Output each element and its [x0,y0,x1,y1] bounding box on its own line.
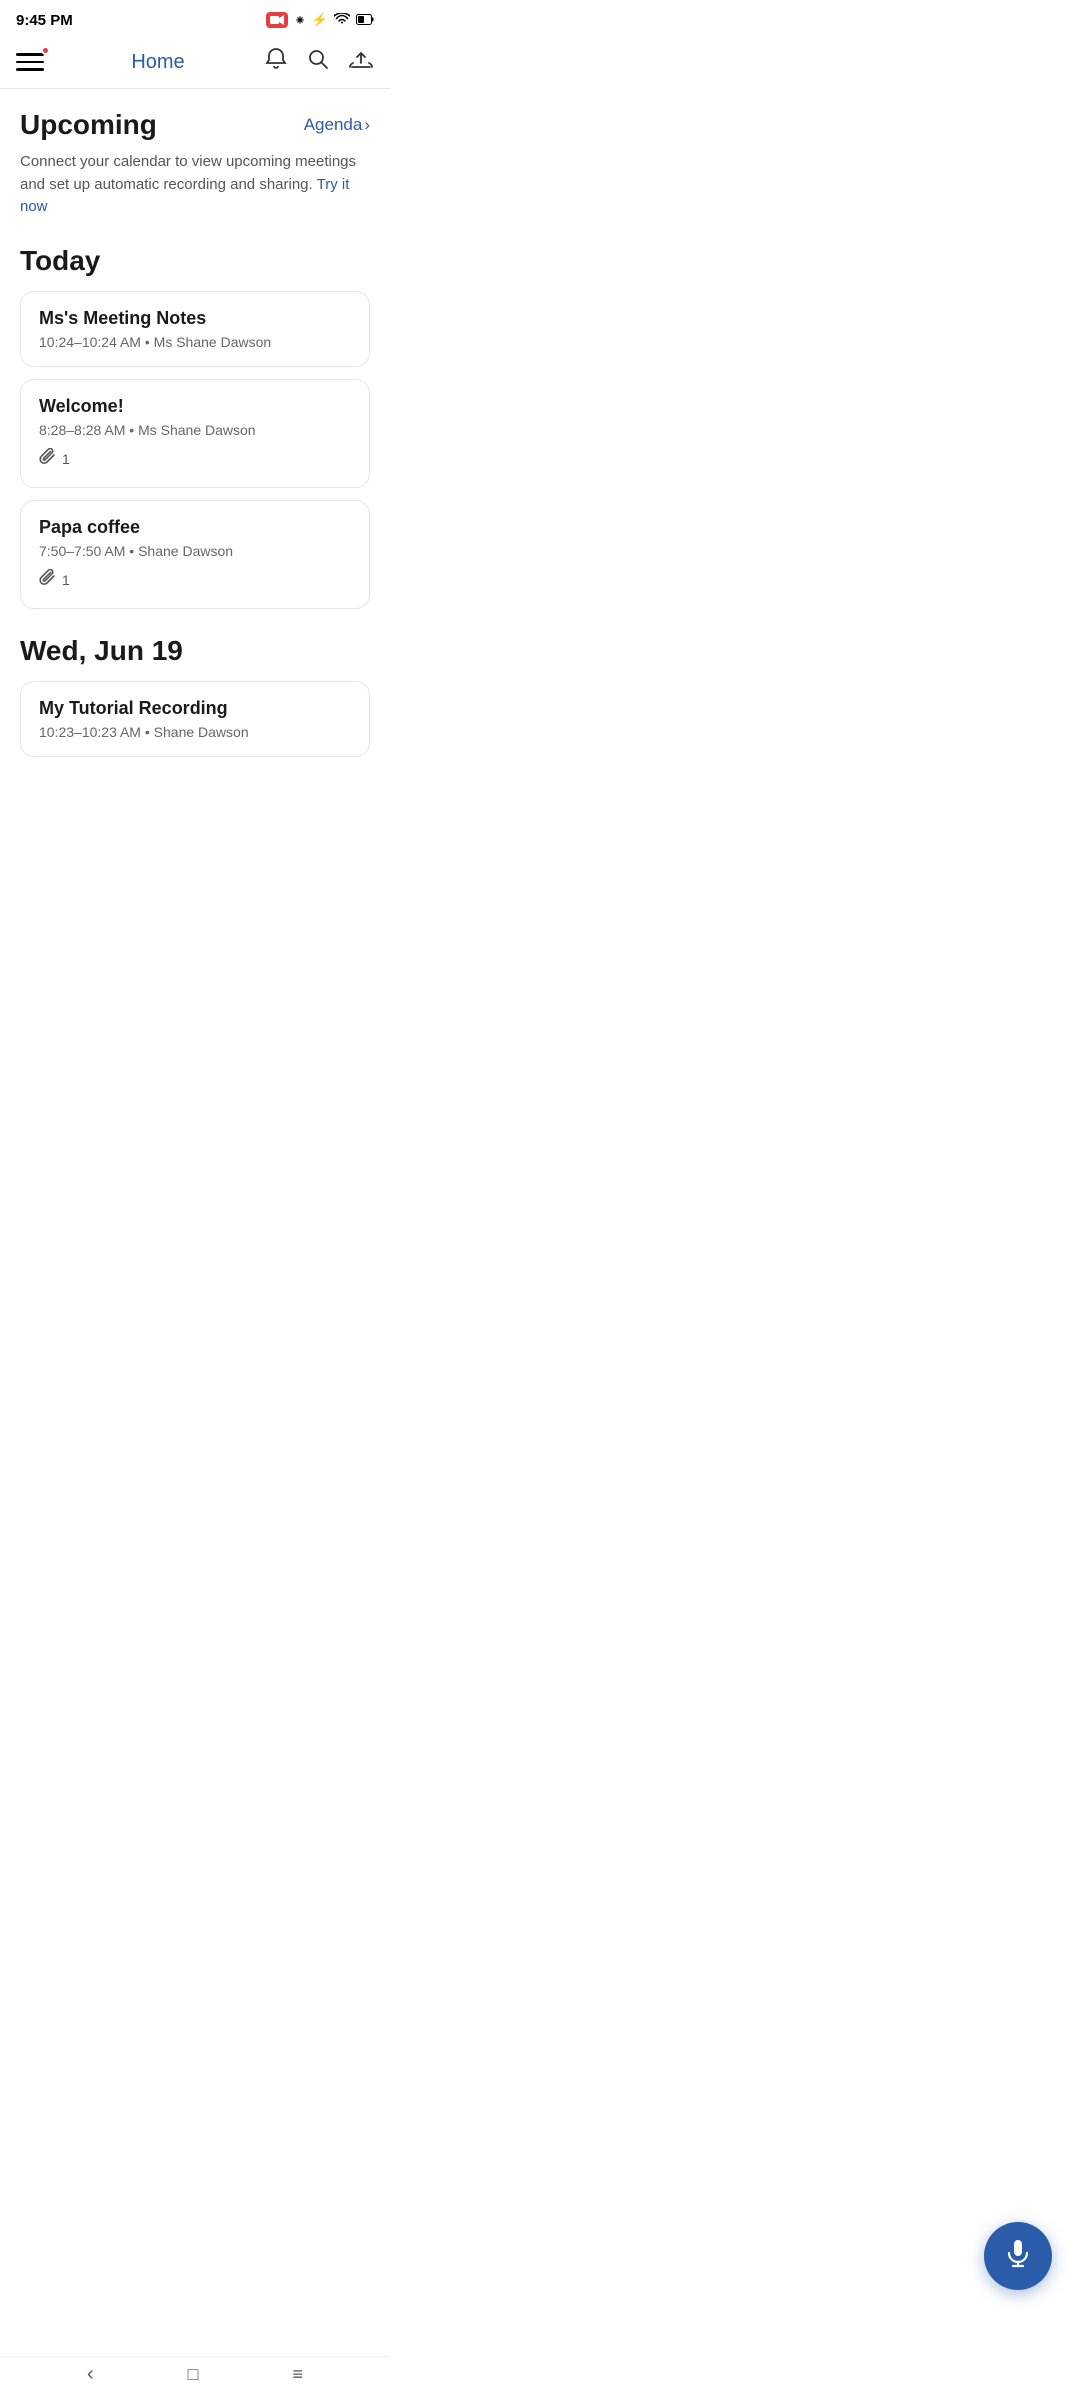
record-fab[interactable] [984,2222,1052,2290]
status-bar: 9:45 PM ⁕ ⚡ [0,0,390,36]
meeting-card-1[interactable]: Ms's Meeting Notes 10:24–10:24 AM • Ms S… [20,291,370,367]
wifi-icon [334,12,350,28]
upcoming-header: Upcoming Agenda › [20,109,370,141]
mic-icon [1003,2238,1033,2275]
meeting-title-1: Ms's Meeting Notes [39,308,351,329]
recent-apps-button[interactable]: ≡ [292,2364,303,2385]
nav-icons [264,47,374,77]
meeting-meta-1: 10:24–10:24 AM • Ms Shane Dawson [39,334,351,350]
wednesday-title: Wed, Jun 19 [20,635,370,667]
clip-icon-2 [39,448,57,471]
meeting-meta-3: 7:50–7:50 AM • Shane Dawson [39,543,351,559]
meeting-card-2[interactable]: Welcome! 8:28–8:28 AM • Ms Shane Dawson … [20,379,370,488]
main-content: Upcoming Agenda › Connect your calendar … [0,89,390,889]
meeting-title-2: Welcome! [39,396,351,417]
status-icons: ⁕ ⚡ [266,12,374,29]
upcoming-description: Connect your calendar to view upcoming m… [20,151,370,219]
status-time: 9:45 PM [16,12,73,29]
system-nav-bar: ‹ □ ≡ [0,2285,390,2400]
agenda-link[interactable]: Agenda › [304,115,370,135]
meeting-card-wed-1[interactable]: My Tutorial Recording 10:23–10:23 AM • S… [20,681,370,757]
meeting-meta-2: 8:28–8:28 AM • Ms Shane Dawson [39,422,351,438]
search-icon[interactable] [306,47,330,77]
bolt-icon: ⚡ [312,12,328,28]
battery-icon [356,12,374,28]
upcoming-title: Upcoming [20,109,157,141]
nav-title: Home [64,51,252,74]
wednesday-section: Wed, Jun 19 My Tutorial Recording 10:23–… [20,635,370,757]
top-nav: Home [0,36,390,88]
back-button[interactable]: ‹ [87,2363,94,2386]
bell-icon[interactable] [264,47,288,77]
upload-icon[interactable] [348,47,374,77]
meeting-meta-wed-1: 10:23–10:23 AM • Shane Dawson [39,724,351,740]
recording-indicator-icon [266,12,288,28]
meeting-badge-2: 1 [39,448,351,471]
clip-icon-3 [39,569,57,592]
bluetooth-icon: ⁕ [294,12,306,29]
menu-button[interactable] [16,44,52,80]
meeting-title-wed-1: My Tutorial Recording [39,698,351,719]
today-title: Today [20,245,370,277]
menu-notification-dot [41,46,50,55]
meeting-title-3: Papa coffee [39,517,351,538]
meeting-badge-3: 1 [39,569,351,592]
today-section: Today Ms's Meeting Notes 10:24–10:24 AM … [20,245,370,609]
meeting-card-3[interactable]: Papa coffee 7:50–7:50 AM • Shane Dawson … [20,500,370,609]
home-button[interactable]: □ [188,2364,199,2385]
